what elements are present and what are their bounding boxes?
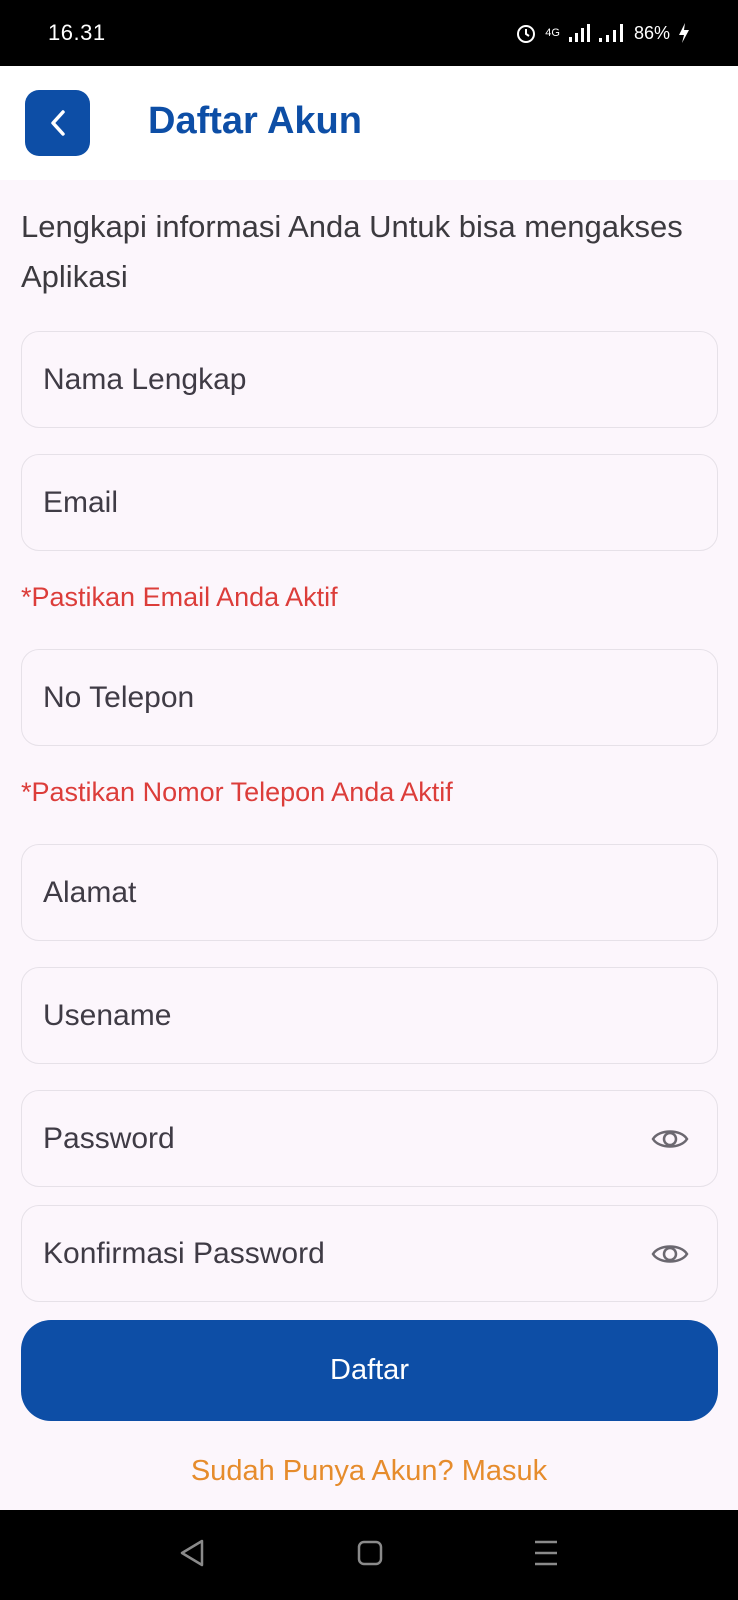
system-nav-bar bbox=[0, 1510, 738, 1600]
phone-warning: *Pastikan Nomor Telepon Anda Aktif bbox=[21, 777, 453, 807]
nav-back-icon[interactable] bbox=[178, 1538, 206, 1568]
nav-menu-icon[interactable] bbox=[532, 1538, 560, 1568]
status-bar: 16.31 4G 86% bbox=[0, 0, 738, 66]
username-field[interactable]: Usename bbox=[21, 967, 718, 1064]
username-placeholder: Usename bbox=[43, 998, 172, 1032]
back-button[interactable] bbox=[25, 90, 90, 156]
eye-icon[interactable] bbox=[651, 1241, 689, 1267]
confirm-password-field[interactable]: Konfirmasi Password bbox=[21, 1205, 718, 1302]
email-warning: *Pastikan Email Anda Aktif bbox=[21, 582, 338, 612]
nav-home-icon[interactable] bbox=[356, 1538, 384, 1568]
address-placeholder: Alamat bbox=[43, 875, 137, 909]
network-type: 4G bbox=[545, 27, 560, 39]
app-header: Daftar Akun bbox=[0, 66, 738, 180]
phone-placeholder: No Telepon bbox=[43, 680, 195, 714]
battery-percent: 86% bbox=[633, 22, 670, 43]
login-link[interactable]: Sudah Punya Akun? Masuk bbox=[0, 1455, 738, 1488]
signal-icon-2 bbox=[598, 24, 623, 42]
full-name-placeholder: Nama Lengkap bbox=[43, 362, 247, 396]
charging-icon bbox=[679, 23, 689, 43]
register-button-label: Daftar bbox=[330, 1354, 409, 1386]
confirm-password-placeholder: Konfirmasi Password bbox=[43, 1236, 325, 1270]
signal-icon bbox=[568, 24, 590, 42]
email-placeholder: Email bbox=[43, 485, 119, 519]
chevron-left-icon bbox=[50, 110, 65, 136]
intro-text: Lengkapi informasi Anda Untuk bisa menga… bbox=[21, 209, 683, 294]
register-button[interactable]: Daftar bbox=[21, 1320, 718, 1421]
alarm-icon bbox=[517, 25, 536, 43]
address-field[interactable]: Alamat bbox=[21, 844, 718, 941]
password-placeholder: Password bbox=[43, 1121, 175, 1155]
status-time: 16.31 bbox=[48, 20, 106, 45]
email-field[interactable]: Email bbox=[21, 454, 718, 551]
password-field[interactable]: Password bbox=[21, 1090, 718, 1187]
phone-field[interactable]: No Telepon bbox=[21, 649, 718, 746]
status-icons: 4G 86% bbox=[515, 22, 690, 44]
eye-icon[interactable] bbox=[651, 1126, 689, 1152]
page-title: Daftar Akun bbox=[148, 100, 362, 142]
full-name-field[interactable]: Nama Lengkap bbox=[21, 331, 718, 428]
